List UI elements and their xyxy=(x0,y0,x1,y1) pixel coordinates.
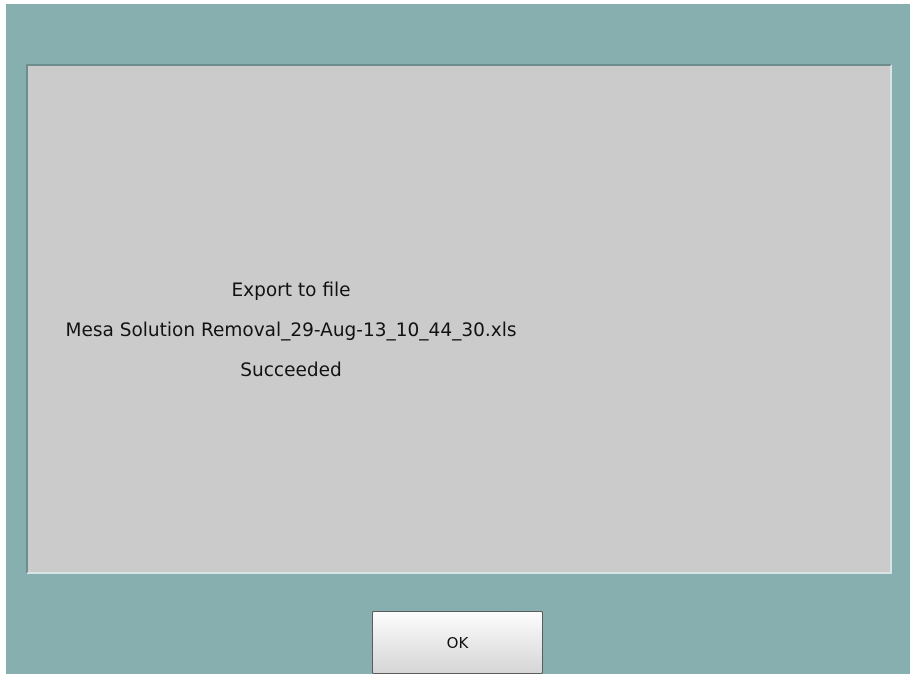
message-text: Export to file Mesa Solution Removal_29-… xyxy=(36,271,546,391)
message-line-filename: Mesa Solution Removal_29-Aug-13_10_44_30… xyxy=(65,320,517,341)
message-line-title: Export to file xyxy=(231,280,351,301)
message-panel: Export to file Mesa Solution Removal_29-… xyxy=(26,64,892,574)
export-result-dialog: Export to file Mesa Solution Removal_29-… xyxy=(6,4,910,674)
ok-button[interactable]: OK xyxy=(372,611,543,674)
message-line-status: Succeeded xyxy=(240,360,342,381)
